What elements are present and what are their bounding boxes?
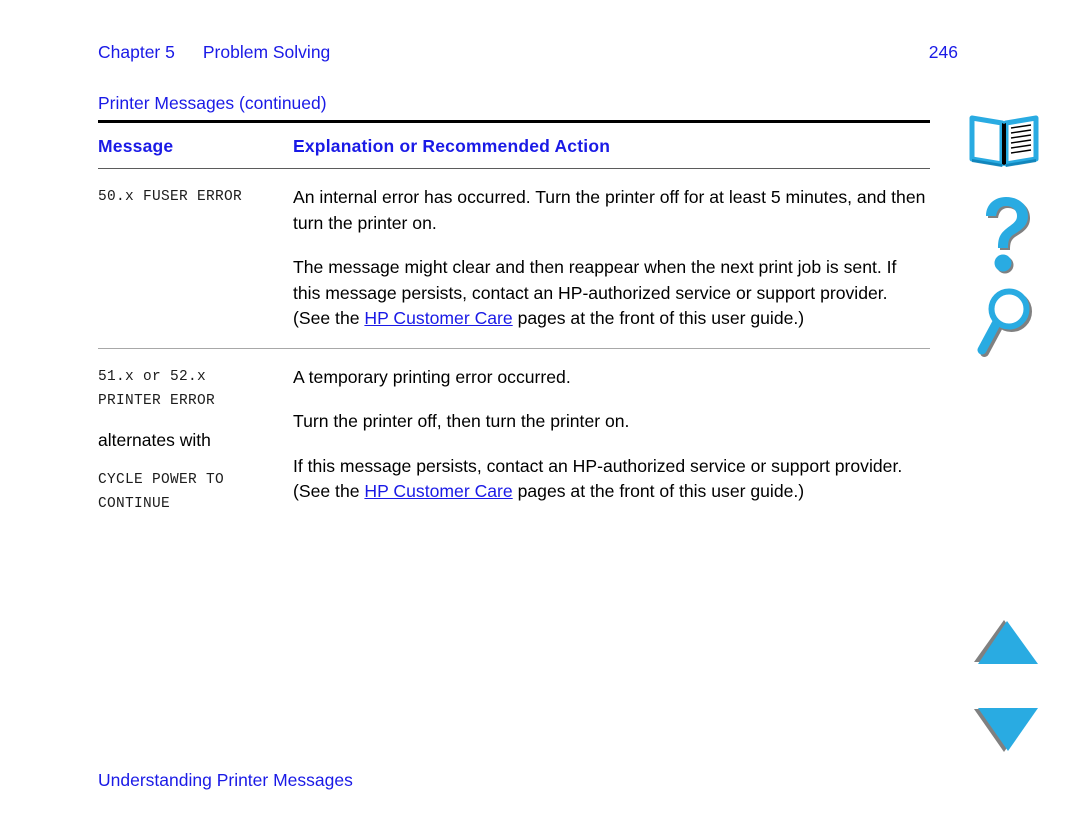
message-cell: 51.x or 52.x PRINTER ERROR alternates wi…	[98, 365, 293, 517]
paragraph-text: An internal error has occurred. Turn the…	[293, 187, 926, 233]
message-code-0-0: 50.x FUSER ERROR	[98, 189, 243, 205]
message-code-1-1: PRINTER ERROR	[98, 393, 216, 409]
paragraph-text: pages at the front of this user guide.)	[512, 481, 805, 501]
magnifier-icon[interactable]	[976, 288, 1036, 358]
printer-messages-table: Message Explanation or Recommended Actio…	[98, 120, 930, 533]
explanation-paragraph: Turn the printer off, then turn the prin…	[293, 409, 926, 435]
alternate-code-1-0: CYCLE POWER TO	[98, 471, 225, 488]
explanation-paragraph: A temporary printing error occurred.	[293, 365, 926, 391]
explanation-paragraph: If this message persists, contact an HP-…	[293, 454, 926, 505]
explanation-paragraph: The message might clear and then reappea…	[293, 255, 926, 332]
hp-customer-care-link[interactable]: HP Customer Care	[364, 481, 512, 501]
document-page: Chapter 5 Problem Solving 246 Printer Me…	[0, 0, 1080, 834]
table-row: 50.x FUSER ERROR An internal error has o…	[98, 169, 930, 348]
paragraph-text: Turn the printer off, then turn the prin…	[293, 411, 630, 431]
column-header-explanation: Explanation or Recommended Action	[293, 136, 611, 156]
hp-customer-care-link[interactable]: HP Customer Care	[364, 308, 512, 328]
chapter-label: Chapter 5	[98, 42, 175, 62]
footer-section-title: Understanding Printer Messages	[98, 770, 353, 790]
message-cell: 50.x FUSER ERROR	[98, 185, 293, 210]
table-header-row: Message Explanation or Recommended Actio…	[98, 123, 930, 168]
message-code-1-0: 51.x or 52.x	[98, 368, 207, 385]
explanation-cell: A temporary printing error occurred. Tur…	[293, 365, 930, 505]
page-number: 246	[928, 42, 958, 62]
triangle-down-icon[interactable]	[972, 706, 1040, 754]
explanation-paragraph: An internal error has occurred. Turn the…	[293, 185, 926, 236]
alternate-code-1-1: CONTINUE	[98, 496, 171, 512]
explanation-cell: An internal error has occurred. Turn the…	[293, 185, 930, 332]
table-row: 51.x or 52.x PRINTER ERROR alternates wi…	[98, 349, 930, 533]
paragraph-text: A temporary printing error occurred.	[293, 366, 571, 387]
running-header: Chapter 5 Problem Solving 246	[98, 42, 958, 70]
navigation-sidebar	[960, 0, 1080, 834]
alternates-with-label: alternates with	[98, 429, 211, 450]
chapter-title: Problem Solving	[202, 42, 331, 62]
column-header-message: Message	[98, 136, 174, 156]
question-mark-icon[interactable]	[978, 196, 1036, 278]
triangle-up-icon[interactable]	[972, 618, 1040, 666]
table-caption: Printer Messages (continued)	[98, 93, 327, 113]
book-icon[interactable]	[968, 112, 1040, 168]
paragraph-text: pages at the front of this user guide.)	[512, 308, 805, 328]
